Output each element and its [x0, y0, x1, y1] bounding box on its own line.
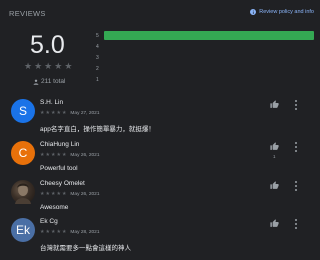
thumbs-up-icon[interactable]: [270, 100, 279, 109]
histogram-row: 5: [96, 30, 314, 41]
histogram-track: [104, 64, 314, 73]
more-options-icon[interactable]: [294, 219, 298, 229]
histogram-track: [104, 75, 314, 84]
histogram-label: 1: [96, 76, 99, 83]
review-meta: ★ ★ ★ ★ ★ May 27, 2021: [40, 110, 100, 116]
avatar-photo-icon: [15, 183, 31, 204]
review-date: May 26, 2021: [70, 152, 100, 158]
star-icon: ★: [34, 62, 43, 72]
average-rating: 5.0: [30, 31, 65, 59]
histogram-row: 2: [96, 63, 314, 74]
avatar: [11, 180, 35, 204]
info-icon: i: [250, 9, 257, 15]
review-text: Powerful tool: [40, 165, 78, 172]
histogram-label: 4: [96, 43, 99, 50]
reviews-title: REVIEWS: [9, 9, 46, 18]
review-text: app名字直白，操作簡單暴力，就挺爆！: [40, 126, 155, 133]
histogram-row: 1: [96, 74, 314, 85]
histogram-label: 5: [96, 32, 99, 39]
review-meta: ★ ★ ★ ★ ★ May 26, 2021: [40, 152, 100, 158]
thumbs-up-icon[interactable]: [270, 219, 279, 228]
review-meta: ★ ★ ★ ★ ★ May 26, 2021: [40, 191, 100, 197]
histogram-track: [104, 53, 314, 62]
histogram-track: [104, 42, 314, 51]
review-meta: ★ ★ ★ ★ ★ May 28, 2021: [40, 229, 100, 235]
summary-stars: ★ ★ ★ ★ ★: [24, 62, 72, 72]
avatar: Ek: [11, 218, 35, 242]
review-date: May 26, 2021: [70, 191, 100, 197]
histogram-bar: [104, 31, 314, 40]
review-stars: ★ ★ ★ ★ ★: [40, 110, 67, 116]
reviewer-name: ChiaHung Lin: [40, 141, 80, 148]
star-icon: ★: [44, 62, 53, 72]
more-options-icon[interactable]: [294, 142, 298, 152]
review-date: May 27, 2021: [70, 110, 100, 116]
histogram-label: 3: [96, 54, 99, 61]
review-date: May 28, 2021: [70, 229, 100, 235]
star-icon: ★: [24, 62, 33, 72]
person-icon: [33, 79, 39, 85]
review-policy-label: Review policy and info: [259, 9, 314, 15]
reviewer-name: S.H. Lin: [40, 99, 64, 106]
reviewer-name: Ek Cg: [40, 218, 58, 225]
thumbs-up-icon[interactable]: [270, 142, 279, 151]
histogram-label: 2: [96, 65, 99, 72]
review-policy-link[interactable]: i Review policy and info: [250, 9, 314, 15]
more-options-icon[interactable]: [294, 100, 298, 110]
review-stars: ★ ★ ★ ★ ★: [40, 229, 67, 235]
review-text: 台灣就需要多一點會這樣的神人: [40, 245, 131, 252]
star-icon: ★: [64, 62, 73, 72]
histogram-row: 3: [96, 52, 314, 63]
review-stars: ★ ★ ★ ★ ★: [40, 152, 67, 158]
avatar: S: [11, 99, 35, 123]
total-ratings: 211 total: [33, 78, 65, 85]
more-options-icon[interactable]: [294, 181, 298, 191]
histogram-track: [104, 31, 314, 40]
review-stars: ★ ★ ★ ★ ★: [40, 191, 67, 197]
histogram-row: 4: [96, 41, 314, 52]
rating-histogram: 5 4 3 2 1: [96, 30, 314, 85]
avatar: C: [11, 141, 35, 165]
thumbs-up-icon[interactable]: [270, 181, 279, 190]
star-icon: ★: [54, 62, 63, 72]
review-text: Awesome: [40, 204, 69, 211]
helpful-count: 1: [273, 154, 276, 159]
total-label: 211 total: [41, 78, 66, 85]
reviewer-name: Cheesy Omelet: [40, 180, 85, 187]
